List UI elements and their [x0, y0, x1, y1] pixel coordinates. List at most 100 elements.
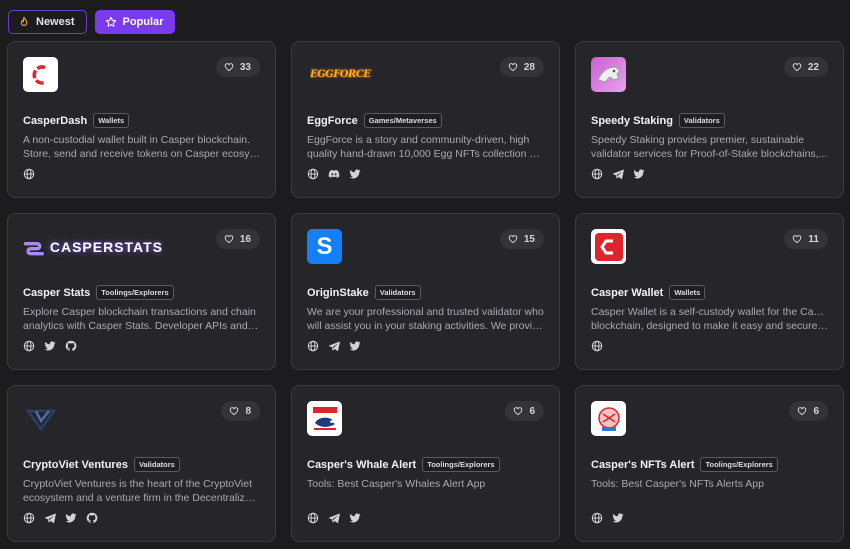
project-name[interactable]: Casper's NFTs Alert — [591, 459, 694, 471]
project-description: Speedy Staking provides premier, sustain… — [591, 134, 828, 160]
heart-icon — [229, 406, 239, 416]
project-name[interactable]: CryptoViet Ventures — [23, 459, 128, 471]
globe-icon[interactable] — [591, 340, 603, 352]
globe-icon[interactable] — [307, 340, 319, 352]
category-tag[interactable]: Validators — [678, 113, 725, 128]
project-name[interactable]: CasperDash — [23, 115, 87, 127]
like-button[interactable]: 16 — [215, 229, 260, 249]
project-description: EggForce is a story and community-driven… — [307, 134, 545, 160]
like-button[interactable]: 28 — [499, 57, 544, 77]
heart-icon — [792, 234, 802, 244]
twitter-icon[interactable] — [44, 340, 56, 352]
project-name[interactable]: Casper Stats — [23, 287, 90, 299]
telegram-icon[interactable] — [612, 168, 624, 180]
speedy-staking-logo — [591, 57, 626, 92]
project-description: We are your professional and trusted val… — [307, 306, 545, 332]
heart-icon — [224, 234, 234, 244]
like-button[interactable]: 11 — [784, 229, 828, 249]
github-icon[interactable] — [86, 512, 98, 524]
heart-icon — [508, 234, 518, 244]
globe-icon[interactable] — [307, 512, 319, 524]
social-links — [307, 512, 361, 524]
category-tag[interactable]: Wallets — [669, 285, 706, 300]
like-count: 28 — [523, 61, 535, 73]
heart-icon — [513, 406, 523, 416]
nfts-alert-logo — [591, 401, 626, 436]
social-links — [591, 340, 603, 352]
social-links — [307, 168, 361, 180]
globe-icon[interactable] — [591, 512, 603, 524]
like-button[interactable]: 33 — [215, 57, 260, 77]
project-card-originstake[interactable]: S 15 OriginStake Validators We are your p… — [291, 213, 560, 370]
filter-popular-button[interactable]: Popular — [94, 10, 176, 34]
like-count: 15 — [523, 233, 535, 245]
star-icon — [105, 16, 116, 27]
filter-newest-label: Newest — [36, 16, 75, 28]
flame-icon — [20, 16, 28, 26]
globe-icon[interactable] — [23, 168, 35, 180]
heart-icon — [224, 62, 234, 72]
project-name[interactable]: OriginStake — [307, 287, 369, 299]
project-name[interactable]: Speedy Staking — [591, 115, 673, 127]
project-description: Tools: Best Casper's NFTs Alerts App — [591, 478, 764, 490]
heart-icon — [797, 406, 807, 416]
social-links — [23, 512, 98, 524]
like-count: 11 — [808, 233, 819, 245]
category-tag[interactable]: Games/Metaverses — [363, 113, 442, 128]
whale-alert-logo — [307, 401, 342, 436]
filter-bar: Newest Popular — [8, 10, 176, 34]
twitter-icon[interactable] — [612, 512, 624, 524]
category-tag[interactable]: Validators — [374, 285, 421, 300]
project-name[interactable]: Casper's Whale Alert — [307, 459, 416, 471]
like-button[interactable]: 6 — [789, 401, 828, 421]
like-button[interactable]: 6 — [505, 401, 544, 421]
category-tag[interactable]: Validators — [133, 457, 180, 472]
project-card-caspers-nfts-alert[interactable]: 6 Casper's NFTs Alert Toolings/Explorers … — [575, 385, 844, 542]
project-name[interactable]: EggForce — [307, 115, 358, 127]
casper-wallet-logo — [591, 229, 626, 264]
project-card-caspers-whale-alert[interactable]: 6 Casper's Whale Alert Toolings/Explorers… — [291, 385, 560, 542]
filter-newest-button[interactable]: Newest — [8, 10, 87, 34]
github-icon[interactable] — [65, 340, 77, 352]
discord-icon[interactable] — [328, 168, 340, 180]
category-tag[interactable]: Toolings/Explorers — [700, 457, 778, 472]
globe-icon[interactable] — [591, 168, 603, 180]
project-description: CryptoViet Ventures is the heart of the … — [23, 478, 261, 504]
category-tag[interactable]: Toolings/Explorers — [422, 457, 500, 472]
globe-icon[interactable] — [307, 168, 319, 180]
twitter-icon[interactable] — [65, 512, 77, 524]
like-count: 6 — [813, 405, 819, 417]
category-tag[interactable]: Wallets — [93, 113, 130, 128]
social-links — [591, 168, 645, 180]
twitter-icon[interactable] — [633, 168, 645, 180]
social-links — [307, 340, 361, 352]
project-card-casper-wallet[interactable]: 11 Casper Wallet Wallets Casper Wallet is… — [575, 213, 844, 370]
like-count: 22 — [807, 61, 819, 73]
globe-icon[interactable] — [23, 340, 35, 352]
globe-icon[interactable] — [23, 512, 35, 524]
heart-icon — [508, 62, 518, 72]
project-card-cryptoviet-ventures[interactable]: 8 CryptoViet Ventures Validators CryptoVi… — [7, 385, 276, 542]
like-count: 16 — [239, 233, 251, 245]
twitter-icon[interactable] — [349, 512, 361, 524]
project-description: Tools: Best Casper's Whales Alert App — [307, 478, 486, 490]
project-card-eggforce[interactable]: EGGFORCE 28 EggForce Games/Metaverses Egg… — [291, 41, 560, 198]
category-tag[interactable]: Toolings/Explorers — [96, 285, 174, 300]
like-button[interactable]: 8 — [221, 401, 260, 421]
project-card-casper-stats[interactable]: CASPERSTATS 16 Casper Stats Toolings/Expl… — [7, 213, 276, 370]
twitter-icon[interactable] — [349, 168, 361, 180]
social-links — [23, 340, 77, 352]
like-count: 8 — [245, 405, 251, 417]
like-button[interactable]: 15 — [499, 229, 544, 249]
twitter-icon[interactable] — [349, 340, 361, 352]
filter-popular-label: Popular — [122, 16, 164, 28]
casperdash-logo — [23, 57, 58, 92]
like-button[interactable]: 22 — [783, 57, 828, 77]
telegram-icon[interactable] — [44, 512, 56, 524]
telegram-icon[interactable] — [328, 340, 340, 352]
project-name[interactable]: Casper Wallet — [591, 287, 663, 299]
project-card-speedy-staking[interactable]: 22 Speedy Staking Validators Speedy Staki… — [575, 41, 844, 198]
project-card-casperdash[interactable]: 33 CasperDash Wallets A non-custodial wal… — [7, 41, 276, 198]
telegram-icon[interactable] — [328, 512, 340, 524]
casper-stats-logo: CASPERSTATS — [23, 229, 163, 264]
